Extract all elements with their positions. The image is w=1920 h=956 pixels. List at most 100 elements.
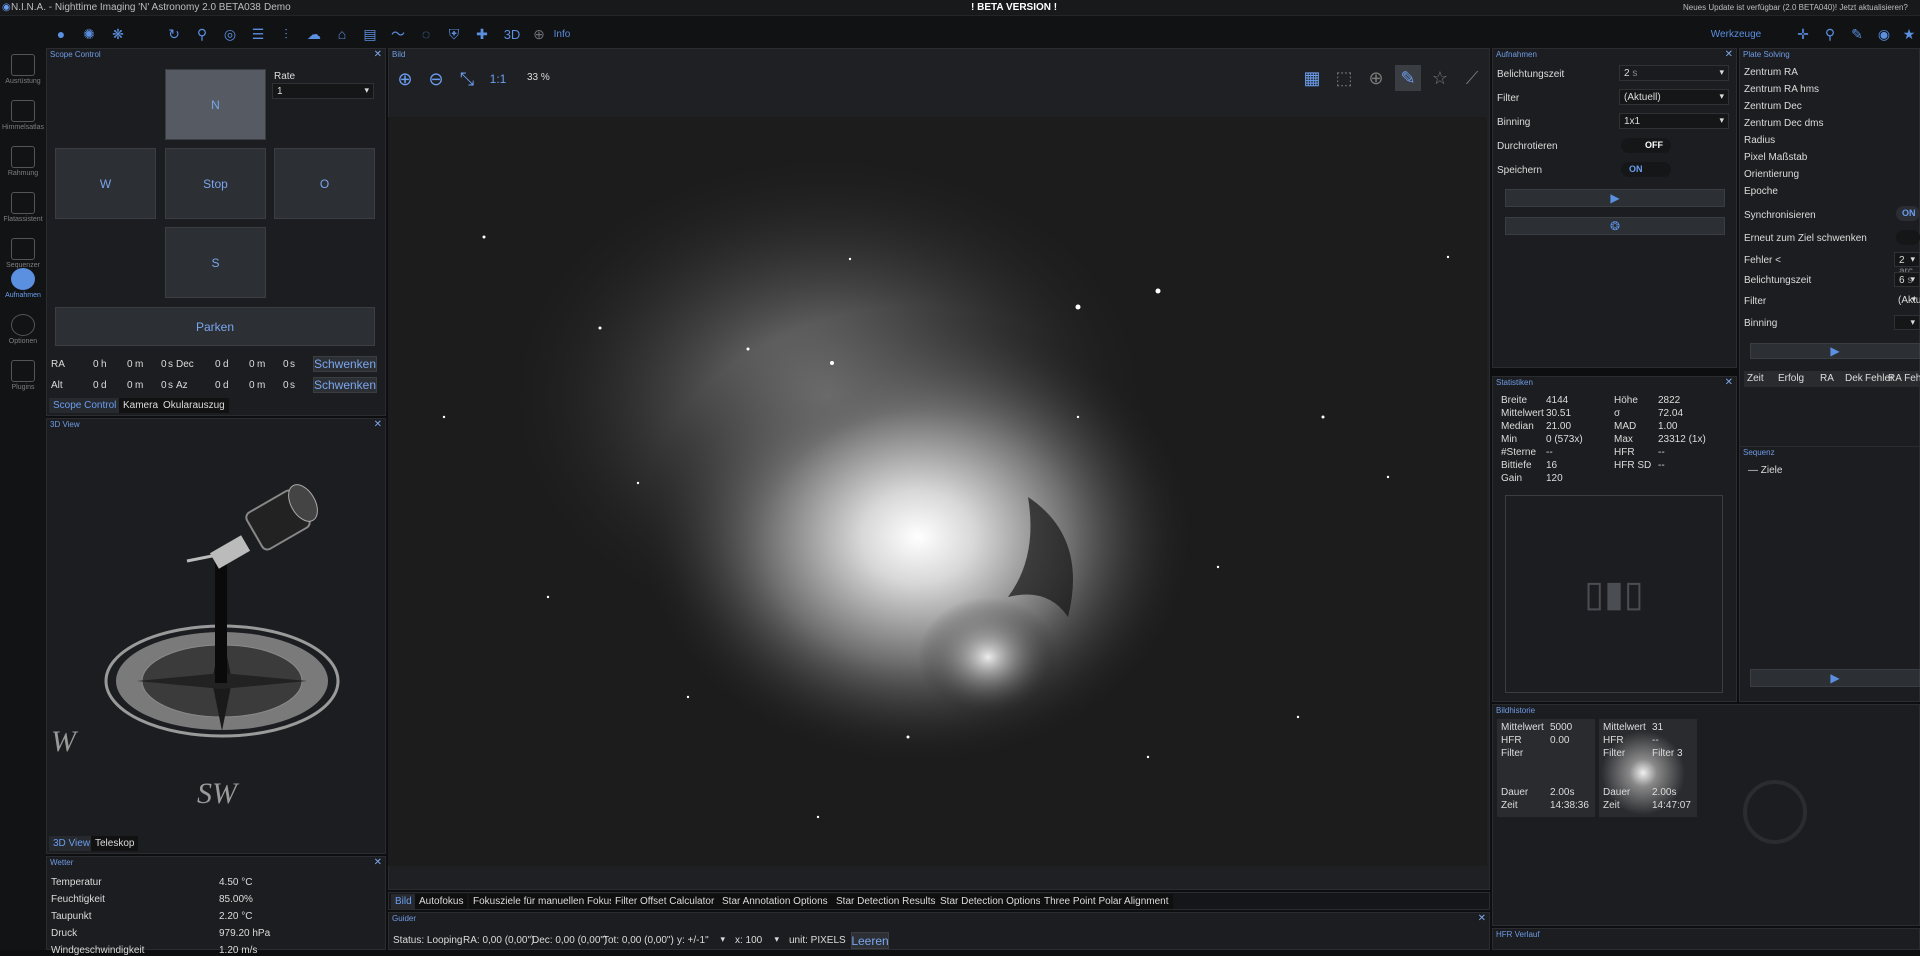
clear-button[interactable]: Leeren	[851, 932, 889, 949]
close-icon[interactable]: ✕	[374, 49, 382, 60]
telescope-icon[interactable]: ⚲	[193, 25, 211, 43]
ra-seconds-input[interactable]: 0	[161, 359, 167, 370]
zoom-out-icon[interactable]: ⊖	[424, 67, 448, 91]
save-toggle[interactable]: ON	[1621, 162, 1671, 177]
tab-star-detection-options[interactable]: Star Detection Options	[936, 894, 1045, 909]
aperture-icon[interactable]: ◉	[1875, 25, 1893, 43]
close-icon[interactable]: ✕	[1725, 49, 1733, 60]
sequence-targets-item[interactable]: — Ziele	[1748, 465, 1782, 476]
view-3d-button[interactable]: 3D	[500, 25, 524, 43]
stop-button[interactable]: Stop	[165, 148, 266, 219]
ra-hours-input[interactable]: 0	[93, 359, 99, 370]
start-video-button[interactable]: ▶	[1505, 189, 1725, 207]
az-seconds-input[interactable]: 0	[283, 380, 289, 391]
plate-exposure-input[interactable]: 6 s	[1894, 272, 1920, 287]
sidebar-item-equipment[interactable]: Ausrüstung	[0, 50, 46, 96]
alt-minutes-input[interactable]: 0	[127, 380, 133, 391]
bulb-icon[interactable]: ◌	[417, 25, 435, 43]
tab-manual-focus[interactable]: Fokusziele für manuellen Fokus	[469, 894, 619, 909]
close-icon[interactable]: ✕	[1478, 913, 1486, 924]
grid-icon[interactable]: ▦	[1299, 65, 1325, 91]
safety-icon[interactable]: ▤	[361, 25, 379, 43]
slew-altaz-button[interactable]: Schwenken	[313, 377, 377, 393]
sidebar-item-imaging[interactable]: Aufnahmen	[0, 264, 46, 310]
sidebar-item-framing[interactable]: Rahmung	[0, 142, 46, 188]
slew-east-button[interactable]: O	[274, 148, 375, 219]
star-detect-icon[interactable]: ⬚	[1331, 65, 1357, 91]
shield-icon[interactable]: ⛨	[445, 25, 463, 43]
weather-icon[interactable]: ☁	[305, 25, 323, 43]
update-notice[interactable]: Neues Update ist verfügbar (2.0 BETA040)…	[1683, 3, 1908, 12]
tab-telescope[interactable]: Teleskop	[91, 836, 139, 851]
capture-button[interactable]: ❂	[1505, 217, 1725, 235]
dome-icon[interactable]: ⌂	[333, 25, 351, 43]
dec-degrees-input[interactable]: 0	[215, 359, 221, 370]
rate-select[interactable]: 1	[272, 83, 374, 99]
sidebar-item-plugins[interactable]: Plugins	[0, 356, 46, 402]
fit-icon[interactable]: ⤡	[455, 67, 479, 91]
az-minutes-input[interactable]: 0	[249, 380, 255, 391]
sequence-start-button[interactable]: ▶	[1750, 669, 1920, 687]
annotate-star-icon[interactable]: ☆	[1427, 65, 1453, 91]
guide-graph-icon[interactable]: 〜	[389, 25, 407, 43]
plate-filter-select[interactable]: (Aktu	[1894, 293, 1920, 308]
captured-image[interactable]	[388, 117, 1487, 866]
focuser-icon[interactable]: ❋	[109, 25, 127, 43]
tab-scope-control[interactable]: Scope Control	[49, 398, 121, 413]
binning-select[interactable]: 1x1	[1619, 113, 1729, 129]
zoom-1to1-button[interactable]: 1:1	[485, 68, 511, 90]
info-button[interactable]: Info	[550, 25, 574, 43]
history-card[interactable]: Mittelwert 5000 HFR 0.00 Filter Dauer 2.…	[1497, 719, 1595, 817]
brush-icon[interactable]: ✎	[1848, 25, 1866, 43]
close-icon[interactable]: ✕	[374, 857, 382, 868]
tab-camera[interactable]: Kamera	[119, 398, 163, 413]
sidebar-item-sky-atlas[interactable]: Himmelsatlas	[0, 96, 46, 142]
search-icon[interactable]: ⚲	[1821, 25, 1839, 43]
filter-select[interactable]: (Aktuell)	[1619, 89, 1729, 105]
exposure-input[interactable]: 2 s	[1619, 65, 1729, 81]
plugin-icon[interactable]: ✚	[473, 25, 491, 43]
tab-image[interactable]: Bild	[391, 894, 416, 909]
guider-icon[interactable]: ◎	[221, 25, 239, 43]
filter-wheel-icon[interactable]: ✺	[80, 25, 98, 43]
ra-minutes-input[interactable]: 0	[127, 359, 133, 370]
switch-icon[interactable]: ⫶	[277, 25, 295, 43]
close-icon[interactable]: ✕	[1725, 377, 1733, 388]
az-degrees-input[interactable]: 0	[215, 380, 221, 391]
camera-icon[interactable]: ●	[52, 25, 70, 43]
alt-seconds-input[interactable]: 0	[161, 380, 167, 391]
slew-north-button[interactable]: N	[165, 69, 266, 140]
dec-seconds-input[interactable]: 0	[283, 359, 289, 370]
plate-binning-select[interactable]	[1894, 315, 1920, 330]
tab-star-detection-results[interactable]: Star Detection Results	[832, 894, 940, 909]
tab-3d-view[interactable]: 3D View	[49, 836, 95, 851]
close-icon[interactable]: ✕	[374, 419, 382, 430]
slew-south-button[interactable]: S	[165, 227, 266, 298]
plate-solve-button[interactable]: ▶	[1750, 343, 1920, 359]
telescope-3d-render[interactable]: W SW	[47, 431, 385, 831]
tools-label[interactable]: Werkzeuge	[1711, 25, 1761, 43]
tab-filter-offset[interactable]: Filter Offset Calculator	[611, 894, 719, 909]
loop-toggle[interactable]: OFF	[1621, 138, 1671, 153]
tab-autofocus[interactable]: Autofokus	[415, 894, 468, 909]
debayer-icon[interactable]: ⟋	[1459, 65, 1485, 91]
tab-polar-alignment[interactable]: Three Point Polar Alignment	[1040, 894, 1173, 909]
sidebar-item-flat-wizard[interactable]: Flatassistent	[0, 188, 46, 234]
stretch-icon[interactable]: ✎	[1395, 65, 1421, 91]
sync-toggle[interactable]: ON	[1896, 206, 1920, 221]
history-card[interactable]: Mittelwert 31 HFR -- Filter Filter 3 Dau…	[1599, 719, 1697, 817]
flat-panel-icon[interactable]: ☰	[249, 25, 267, 43]
zoom-in-icon[interactable]: ⊕	[393, 67, 417, 91]
slew-west-button[interactable]: W	[55, 148, 156, 219]
sidebar-item-options[interactable]: Optionen	[0, 310, 46, 356]
rotator-icon[interactable]: ↻	[165, 25, 183, 43]
error-input[interactable]: 2 arc	[1894, 252, 1920, 277]
star-icon[interactable]: ★	[1900, 25, 1918, 43]
x-scale-select[interactable]: x: 100	[731, 933, 783, 949]
slew-radec-button[interactable]: Schwenken	[313, 356, 377, 372]
crosshair-icon[interactable]: ✛	[1794, 25, 1812, 43]
park-button[interactable]: Parken	[55, 307, 375, 346]
tab-star-annotation[interactable]: Star Annotation Options	[718, 894, 832, 909]
reslew-toggle[interactable]	[1896, 230, 1920, 245]
alt-degrees-input[interactable]: 0	[93, 380, 99, 391]
